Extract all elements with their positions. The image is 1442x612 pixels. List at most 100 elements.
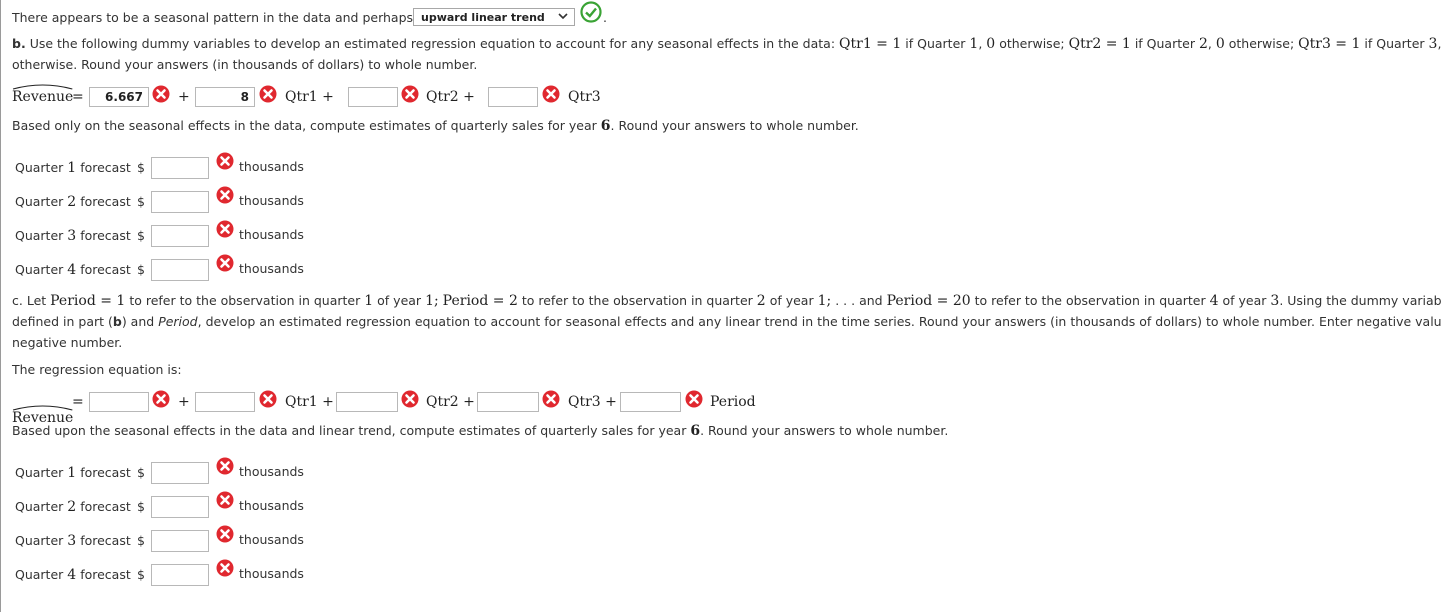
- sep: ,: [1207, 36, 1212, 51]
- x-circle-icon: [401, 85, 419, 103]
- partc-text: to refer to the observation in quarter: [521, 293, 753, 308]
- unit-label: thousands: [239, 566, 304, 581]
- x-circle-icon: [542, 390, 560, 408]
- forecast-label-a: Quarter: [15, 499, 64, 514]
- qtr2-term: Qtr2 +: [426, 89, 475, 105]
- forecast-input[interactable]: [151, 191, 209, 213]
- c-qtr1-coef-input[interactable]: [195, 392, 255, 412]
- qtr1-term: Qtr1 +: [285, 394, 334, 410]
- forecast-label-b: forecast: [80, 262, 131, 277]
- trend-dropdown[interactable]: upward linear trend: [413, 8, 575, 26]
- partc-text: ) and: [121, 314, 155, 329]
- partb-text: Use the following dummy variables to dev…: [29, 36, 836, 51]
- qtr1-term: Qtr1 +: [285, 89, 334, 105]
- currency-symbol: $: [137, 228, 145, 243]
- forecast-year: 6: [600, 118, 611, 134]
- forecast-label: Quarter 3 forecast: [15, 533, 131, 549]
- partb-prefix: b.: [12, 36, 26, 51]
- partc-text: to refer to the observation in quarter: [129, 293, 361, 308]
- forecast-input[interactable]: [151, 259, 209, 281]
- currency-symbol: $: [137, 262, 145, 277]
- c-qtr3-coef-input[interactable]: [477, 392, 539, 412]
- unit-label: thousands: [239, 227, 304, 242]
- x-circle-icon: [216, 152, 234, 170]
- forecast-intro-text: Based upon the seasonal effects in the d…: [12, 423, 687, 438]
- partc-text: of year: [377, 293, 422, 308]
- c-qtr2-coef-input[interactable]: [336, 392, 398, 412]
- qtr2-term: Qtr2 +: [426, 394, 475, 410]
- period-20: Period = 20: [886, 293, 971, 309]
- forecast-label-a: Quarter: [15, 160, 64, 175]
- forecast-label-b: forecast: [80, 533, 131, 548]
- forecast-quarter-num: 4: [67, 262, 77, 278]
- forecast-input[interactable]: [151, 564, 209, 586]
- qtr2-def-tail: if Quarter: [1134, 36, 1195, 51]
- period-1: Period = 1: [50, 293, 126, 309]
- partc-text: defined in part (: [12, 314, 113, 329]
- x-circle-icon: [216, 559, 234, 577]
- partb-instructions-line2: otherwise. Round your answers (in thousa…: [12, 57, 478, 72]
- otherwise2: otherwise;: [1228, 36, 1295, 51]
- forecast-year: 6: [690, 423, 701, 439]
- x-circle-icon: [216, 254, 234, 272]
- b-qtr2-coef-input[interactable]: [348, 87, 398, 107]
- num: 2: [756, 293, 766, 309]
- forecast-label-a: Quarter: [15, 533, 64, 548]
- c-period-coef-input[interactable]: [620, 392, 681, 412]
- currency-symbol: $: [137, 499, 145, 514]
- unit-label: thousands: [239, 261, 304, 276]
- x-circle-icon: [152, 85, 170, 103]
- chevron-down-icon: [558, 13, 568, 20]
- num: 4: [1209, 293, 1219, 309]
- revenue-hat-b: Revenue: [12, 84, 74, 105]
- qtr3-term: Qtr3 +: [568, 394, 617, 410]
- qtr3-term: Qtr3: [568, 89, 601, 105]
- forecast-label: Quarter 3 forecast: [15, 228, 131, 244]
- forecast-input[interactable]: [151, 530, 209, 552]
- hat-icon: [12, 405, 73, 411]
- otherwise1: otherwise;: [999, 36, 1065, 51]
- period-term: Period: [710, 394, 756, 410]
- partb-forecast-intro: Based only on the seasonal effects in th…: [12, 118, 859, 134]
- partb-instructions: b. Use the following dummy variables to …: [12, 36, 1442, 52]
- x-circle-icon: [259, 390, 277, 408]
- forecast-input[interactable]: [151, 157, 209, 179]
- x-circle-icon: [216, 491, 234, 509]
- num: 3: [1270, 293, 1280, 309]
- forecast-label: Quarter 2 forecast: [15, 499, 131, 515]
- forecast-input[interactable]: [151, 225, 209, 247]
- qtr2-num: 2: [1198, 36, 1208, 52]
- x-circle-icon: [259, 85, 277, 103]
- b-qtr3-coef-input[interactable]: [488, 87, 538, 107]
- x-circle-icon: [216, 457, 234, 475]
- qtr3-def-tail: if Quarter: [1364, 36, 1425, 51]
- forecast-label-b: forecast: [80, 499, 131, 514]
- forecast-quarter-num: 2: [67, 499, 77, 515]
- forecast-label: Quarter 4 forecast: [15, 262, 131, 278]
- x-circle-icon: [216, 220, 234, 238]
- num: 1;: [425, 293, 439, 309]
- qtr1-def: Qtr1 = 1: [839, 36, 902, 52]
- revenue-label: Revenue: [12, 89, 74, 105]
- trend-end-punct: .: [603, 10, 607, 25]
- forecast-input[interactable]: [151, 496, 209, 518]
- x-circle-icon: [685, 390, 703, 408]
- b-intercept-input[interactable]: [89, 87, 149, 107]
- unit-label: thousands: [239, 193, 304, 208]
- x-circle-icon: [401, 390, 419, 408]
- forecast-intro-text: Based only on the seasonal effects in th…: [12, 118, 597, 133]
- unit-label: thousands: [239, 464, 304, 479]
- forecast-input[interactable]: [151, 462, 209, 484]
- partc-instructions-line3: negative number.: [12, 335, 123, 350]
- forecast-label-b: forecast: [80, 228, 131, 243]
- qtr1-def-tail: if Quarter: [905, 36, 966, 51]
- hat-icon: [12, 84, 73, 90]
- b-qtr1-coef-input[interactable]: [195, 87, 255, 107]
- num: 1;: [817, 293, 832, 309]
- forecast-label: Quarter 1 forecast: [15, 465, 131, 481]
- forecast-quarter-num: 2: [67, 194, 77, 210]
- c-intercept-input[interactable]: [89, 392, 149, 412]
- currency-symbol: $: [137, 160, 145, 175]
- partc-text: and: [859, 293, 883, 308]
- forecast-label-a: Quarter: [15, 228, 64, 243]
